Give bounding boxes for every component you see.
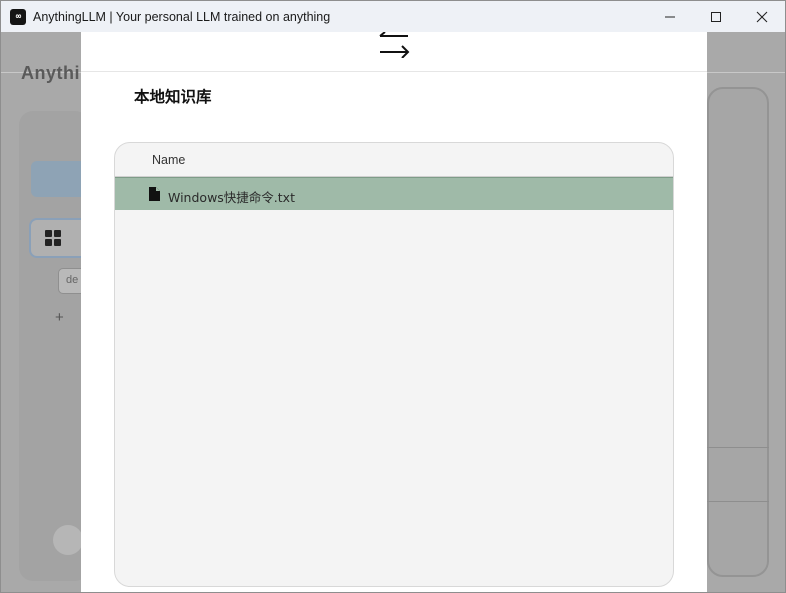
- column-header-name[interactable]: Name: [152, 153, 185, 167]
- file-list-header: Name: [115, 143, 673, 177]
- close-button[interactable]: [739, 1, 785, 32]
- modal-header: [81, 32, 707, 72]
- background-divider: [707, 447, 769, 448]
- background-settings-icon: [53, 525, 83, 555]
- app-logo-icon: ∞: [10, 8, 26, 25]
- transfer-arrows-icon[interactable]: [377, 32, 411, 58]
- grid-icon: [45, 230, 61, 246]
- maximize-icon: [711, 11, 721, 22]
- window-title: AnythingLLM | Your personal LLM trained …: [33, 9, 331, 24]
- plus-icon: +: [55, 309, 64, 326]
- document-modal: 本地知识库 Name Windows快捷命令.txt: [81, 32, 707, 592]
- file-name: Windows快捷命令.txt: [168, 190, 295, 205]
- close-icon: [756, 11, 768, 22]
- title-bar[interactable]: ∞ AnythingLLM | Your personal LLM traine…: [1, 1, 785, 32]
- app-window: ∞ AnythingLLM | Your personal LLM traine…: [0, 0, 786, 593]
- file-row[interactable]: Windows快捷命令.txt: [115, 177, 673, 210]
- modal-title: 本地知识库: [134, 88, 212, 106]
- window-controls: [647, 1, 785, 32]
- background-divider: [707, 501, 769, 502]
- maximize-button[interactable]: [693, 1, 739, 32]
- file-list-panel: Name Windows快捷命令.txt: [114, 142, 674, 587]
- minimize-icon: [665, 16, 675, 17]
- minimize-button[interactable]: [647, 1, 693, 32]
- background-main-panel: [707, 87, 769, 577]
- file-icon: [149, 187, 160, 201]
